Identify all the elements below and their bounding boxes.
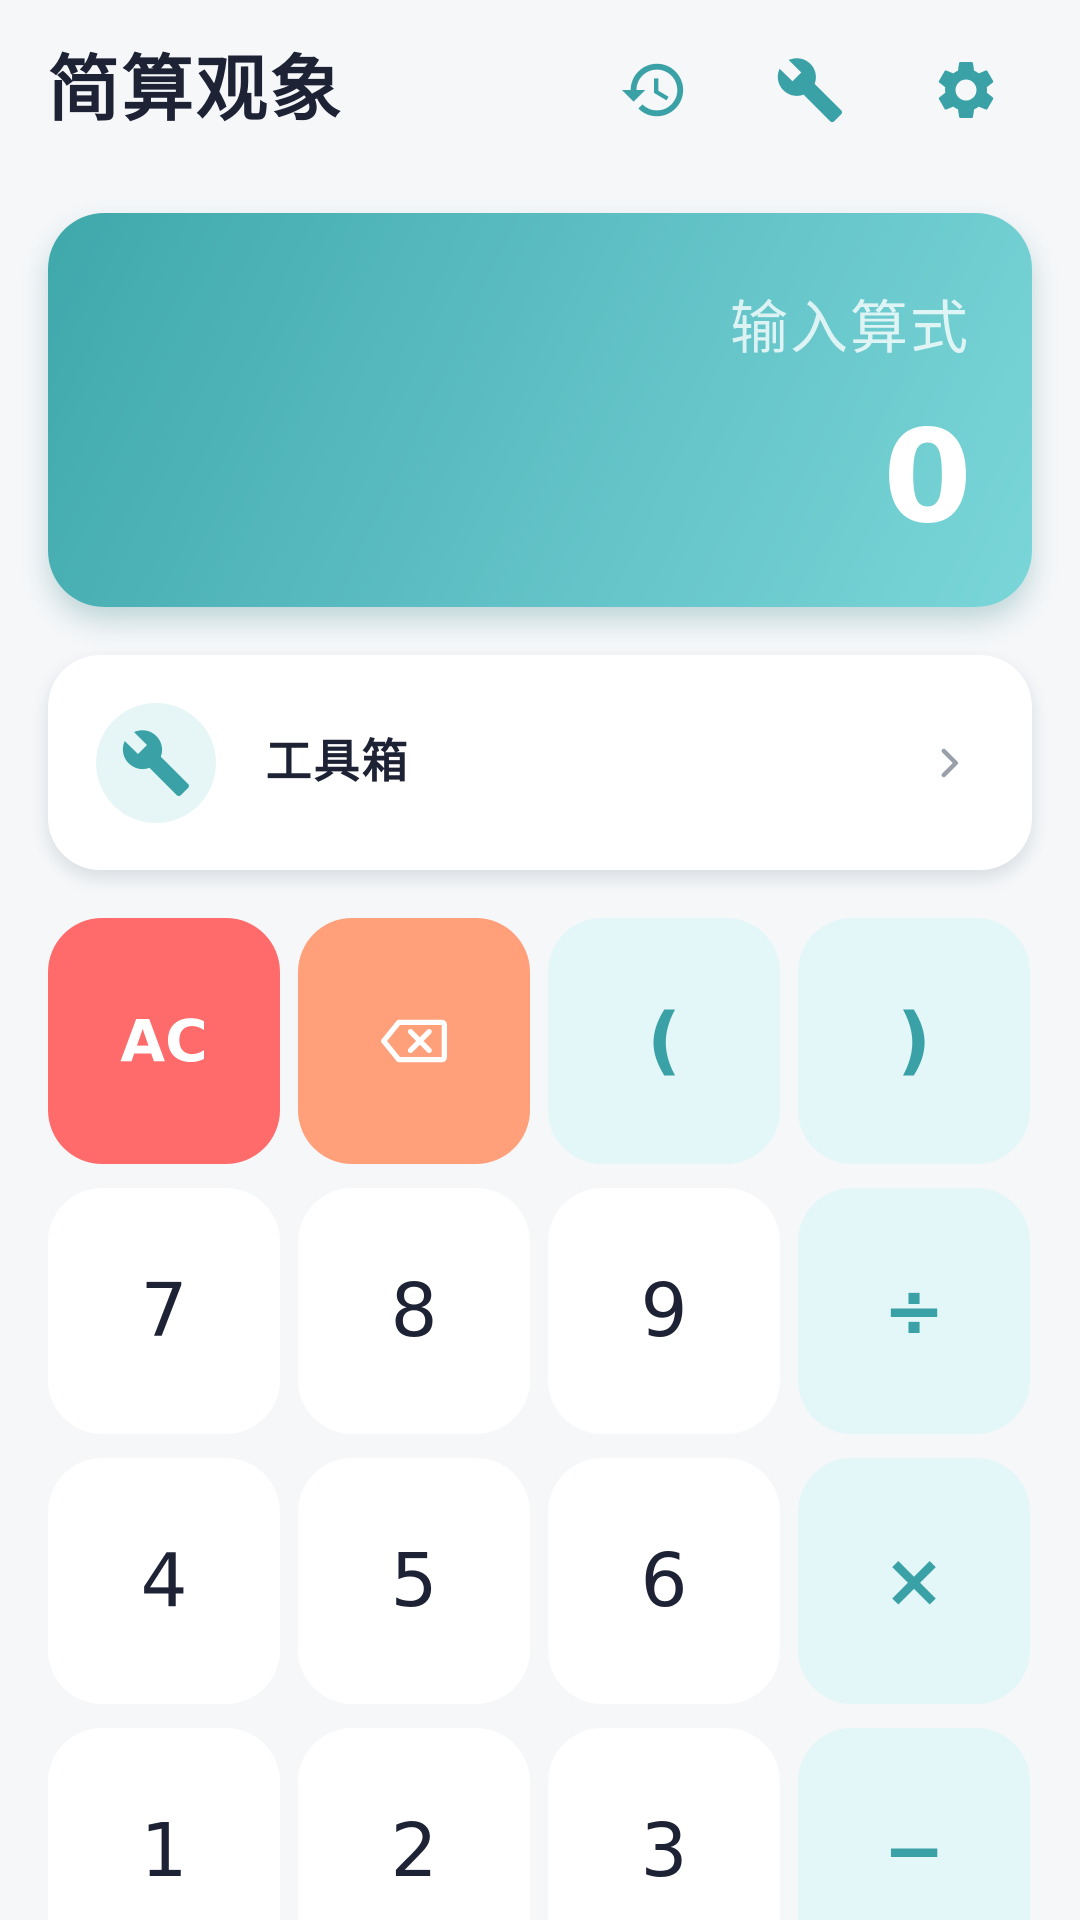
history-button[interactable] [614,50,694,130]
divide-button[interactable]: ÷ [798,1188,1030,1434]
chevron-right-icon [941,748,959,778]
wrench-icon [122,730,189,796]
digit-5-button[interactable]: 5 [298,1458,530,1704]
toolbox-icon-badge [96,703,216,823]
digit-2-button[interactable]: 2 [298,1728,530,1920]
digit-9-button[interactable]: 9 [548,1188,780,1434]
clear-button[interactable]: AC [48,918,280,1164]
tools-button[interactable] [770,50,850,130]
app-title: 简算观象 [48,47,345,131]
backspace-icon [381,1019,447,1063]
calculator-app: 简算观象 输入算式 0 工具箱 AC () 7 8 9 ÷ 4 5 6 × 1… [0,0,1080,1920]
history-icon [621,63,684,117]
digit-3-button[interactable]: 3 [548,1728,780,1920]
calculator-display: 输入算式 0 [48,213,1032,607]
digit-6-button[interactable]: 6 [548,1458,780,1704]
digit-4-button[interactable]: 4 [48,1458,280,1704]
result-value: 0 [882,403,972,552]
close-paren-button[interactable]: ) [798,918,1030,1164]
digit-1-button[interactable]: 1 [48,1728,280,1920]
digit-8-button[interactable]: 8 [298,1188,530,1434]
toolbox-entry[interactable]: 工具箱 [48,655,1032,870]
minus-button[interactable]: − [798,1728,1030,1920]
toolbox-label: 工具箱 [266,734,410,788]
backspace-button[interactable] [298,918,530,1164]
settings-button[interactable] [926,50,1006,130]
wrench-icon [777,58,843,123]
expression-input[interactable]: 输入算式 [730,281,970,365]
app-header: 简算观象 [0,0,1080,180]
digit-7-button[interactable]: 7 [48,1188,280,1434]
gear-icon [938,61,994,118]
open-paren-button[interactable]: ( [548,918,780,1164]
multiply-button[interactable]: × [798,1458,1030,1704]
